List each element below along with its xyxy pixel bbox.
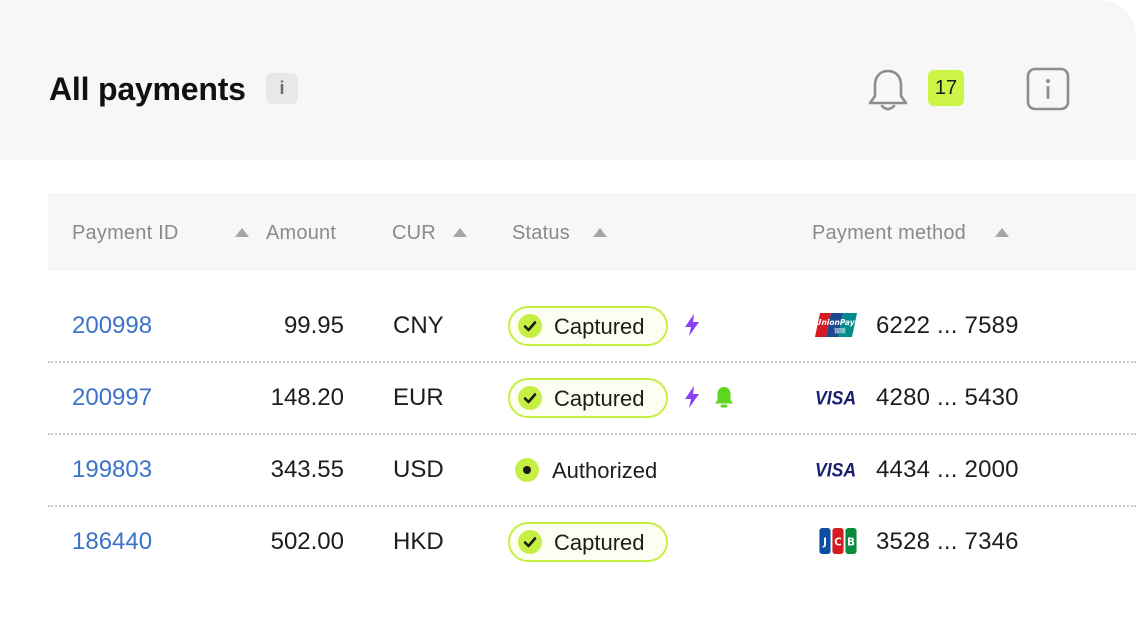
column-header-amount[interactable]: Amount — [266, 193, 336, 271]
sort-up-icon[interactable] — [995, 228, 1009, 237]
page-title: All payments — [49, 71, 246, 107]
status-label: Captured — [554, 314, 645, 339]
lightning-icon — [685, 386, 699, 408]
visa-card-icon: VISA — [815, 388, 856, 409]
svg-text:VISA: VISA — [815, 388, 856, 409]
card-number: 3528 ... 7346 — [876, 528, 1019, 555]
title-info-icon[interactable]: i — [266, 73, 298, 104]
svg-text:VISA: VISA — [815, 460, 856, 481]
status-badge: Captured — [508, 306, 668, 346]
status-label: Captured — [554, 386, 645, 411]
currency-cell: USD — [393, 456, 444, 483]
info-icon[interactable] — [1026, 67, 1070, 111]
check-circle-icon — [518, 386, 542, 410]
card-number: 4434 ... 2000 — [876, 456, 1019, 483]
check-circle-icon — [518, 314, 542, 338]
currency-cell: CNY — [393, 312, 444, 339]
table-row[interactable]: 200997 148.20 EUR Captured VISA 4280 ...… — [48, 361, 1136, 435]
amount-cell: 502.00 — [270, 528, 344, 555]
currency-cell: EUR — [393, 384, 444, 411]
card-number: 6222 ... 7589 — [876, 312, 1019, 339]
table-row[interactable]: 199803 343.55 USD Authorized VISA 4434 .… — [48, 433, 1136, 507]
amount-cell: 148.20 — [270, 384, 344, 411]
payment-id-link[interactable]: 200997 — [72, 361, 152, 433]
payments-panel: All payments i 17 Payment ID Amount CUR … — [0, 0, 1136, 624]
bell-icon — [715, 387, 733, 408]
sort-up-icon[interactable] — [453, 228, 467, 237]
svg-text:B: B — [847, 538, 855, 549]
table-header: Payment ID Amount CUR Status Payment met… — [48, 193, 1136, 271]
payment-id-link[interactable]: 199803 — [72, 433, 152, 505]
status-label: Captured — [554, 530, 645, 555]
sort-up-icon[interactable] — [235, 228, 249, 237]
column-header-status[interactable]: Status — [512, 193, 570, 271]
status-label: Authorized — [552, 458, 658, 483]
svg-text:银联: 银联 — [834, 327, 846, 335]
svg-text:C: C — [834, 538, 842, 549]
jcb-card-icon: J C B — [819, 528, 857, 554]
svg-text:UnionPay: UnionPay — [815, 318, 855, 327]
svg-text:J: J — [822, 538, 827, 549]
page-header: All payments i 17 — [0, 0, 1136, 160]
lightning-icon — [685, 314, 699, 336]
column-header-payment-method[interactable]: Payment method — [812, 193, 966, 271]
dot-icon — [515, 458, 539, 482]
card-number: 4280 ... 5430 — [876, 384, 1019, 411]
status-badge: Captured — [508, 522, 668, 562]
table-row[interactable]: 186440 502.00 HKD Captured J C B 3528 ..… — [48, 505, 1136, 577]
currency-cell: HKD — [393, 528, 444, 555]
notifications-bell-icon[interactable] — [866, 66, 910, 112]
notification-count-badge[interactable]: 17 — [928, 70, 964, 106]
amount-cell: 99.95 — [283, 312, 344, 339]
status-badge: Authorized — [508, 450, 728, 486]
column-header-payment-id[interactable]: Payment ID — [72, 193, 178, 271]
status-badge: Captured — [508, 378, 668, 418]
column-header-currency[interactable]: CUR — [392, 193, 436, 271]
amount-cell: 343.55 — [270, 456, 344, 483]
visa-card-icon: VISA — [815, 460, 856, 481]
payment-id-link[interactable]: 200998 — [72, 289, 152, 361]
sort-up-icon[interactable] — [593, 228, 607, 237]
table-row[interactable]: 200998 99.95 CNY Captured UnionPay 银联 62… — [48, 289, 1136, 363]
payment-id-link[interactable]: 186440 — [72, 505, 152, 577]
unionpay-card-icon: UnionPay 银联 — [815, 313, 857, 337]
check-circle-icon — [518, 530, 542, 554]
